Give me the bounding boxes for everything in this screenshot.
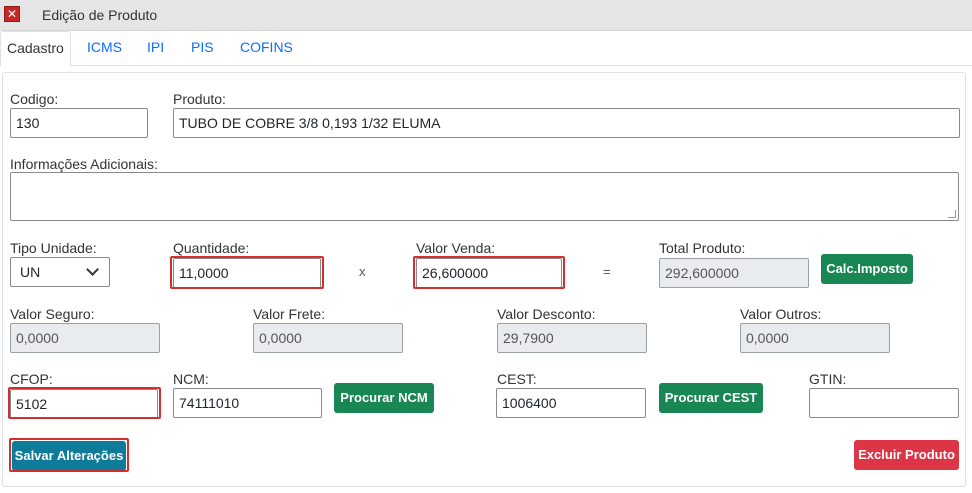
excluir-produto-button[interactable]: Excluir Produto xyxy=(854,440,959,470)
produto-label: Produto: xyxy=(173,91,226,107)
procurar-cest-button[interactable]: Procurar CEST xyxy=(659,383,763,413)
quantidade-highlight xyxy=(170,256,324,289)
tab-ipi[interactable]: IPI xyxy=(141,31,170,66)
valor-frete-field[interactable]: 0,0000 xyxy=(253,323,403,353)
calc-imposto-button[interactable]: Calc.Imposto xyxy=(821,254,913,284)
codigo-label: Codigo: xyxy=(10,91,59,107)
tab-pis[interactable]: PIS xyxy=(185,31,220,66)
produto-field[interactable]: TUBO DE COBRE 3/8 0,193 1/32 ELUMA xyxy=(173,108,960,138)
tab-cadastro[interactable]: Cadastro xyxy=(0,31,71,67)
valor-outros-label: Valor Outros: xyxy=(740,306,822,322)
valor-outros-field[interactable]: 0,0000 xyxy=(740,323,890,353)
equals-symbol: = xyxy=(603,264,611,279)
tab-bar: Cadastro ICMS IPI PIS COFINS xyxy=(0,31,972,67)
gtin-label: GTIN: xyxy=(809,371,847,387)
times-symbol: x xyxy=(359,264,366,279)
total-produto-label: Total Produto: xyxy=(659,240,746,256)
valor-desconto-field[interactable]: 29,7900 xyxy=(497,323,647,353)
resize-handle-icon[interactable] xyxy=(948,210,956,218)
close-icon[interactable]: ✕ xyxy=(4,6,20,22)
cfop-label: CFOP: xyxy=(10,371,53,387)
ncm-label: NCM: xyxy=(173,371,209,387)
quantidade-label: Quantidade: xyxy=(173,240,250,256)
valor-desconto-label: Valor Desconto: xyxy=(497,306,596,322)
info-label: Informações Adicionais: xyxy=(10,156,158,172)
tab-cofins[interactable]: COFINS xyxy=(234,31,299,66)
valor-seguro-field[interactable]: 0,0000 xyxy=(10,323,160,353)
total-produto-field: 292,600000 xyxy=(659,258,809,288)
tipo-unidade-select[interactable]: UN xyxy=(10,257,110,287)
info-textarea[interactable] xyxy=(10,172,959,221)
cest-field[interactable]: 1006400 xyxy=(496,388,646,418)
title-bar: ✕ Edição de Produto xyxy=(0,0,972,31)
codigo-field[interactable]: 130 xyxy=(10,108,148,138)
tipo-unidade-value: UN xyxy=(20,264,41,280)
valor-seguro-label: Valor Seguro: xyxy=(10,306,95,322)
gtin-field[interactable] xyxy=(809,388,959,418)
chevron-down-icon xyxy=(86,263,99,276)
cfop-highlight xyxy=(8,387,161,419)
window-title: Edição de Produto xyxy=(42,7,158,23)
ncm-field[interactable]: 74111010 xyxy=(173,388,322,418)
procurar-ncm-button[interactable]: Procurar NCM xyxy=(334,383,434,413)
salvar-highlight xyxy=(9,438,129,472)
valor-frete-label: Valor Frete: xyxy=(253,306,326,322)
tab-icms[interactable]: ICMS xyxy=(81,31,128,66)
cest-label: CEST: xyxy=(497,371,537,387)
valor-venda-label: Valor Venda: xyxy=(416,240,496,256)
tipo-unidade-label: Tipo Unidade: xyxy=(10,240,97,256)
valor-venda-highlight xyxy=(413,256,565,289)
